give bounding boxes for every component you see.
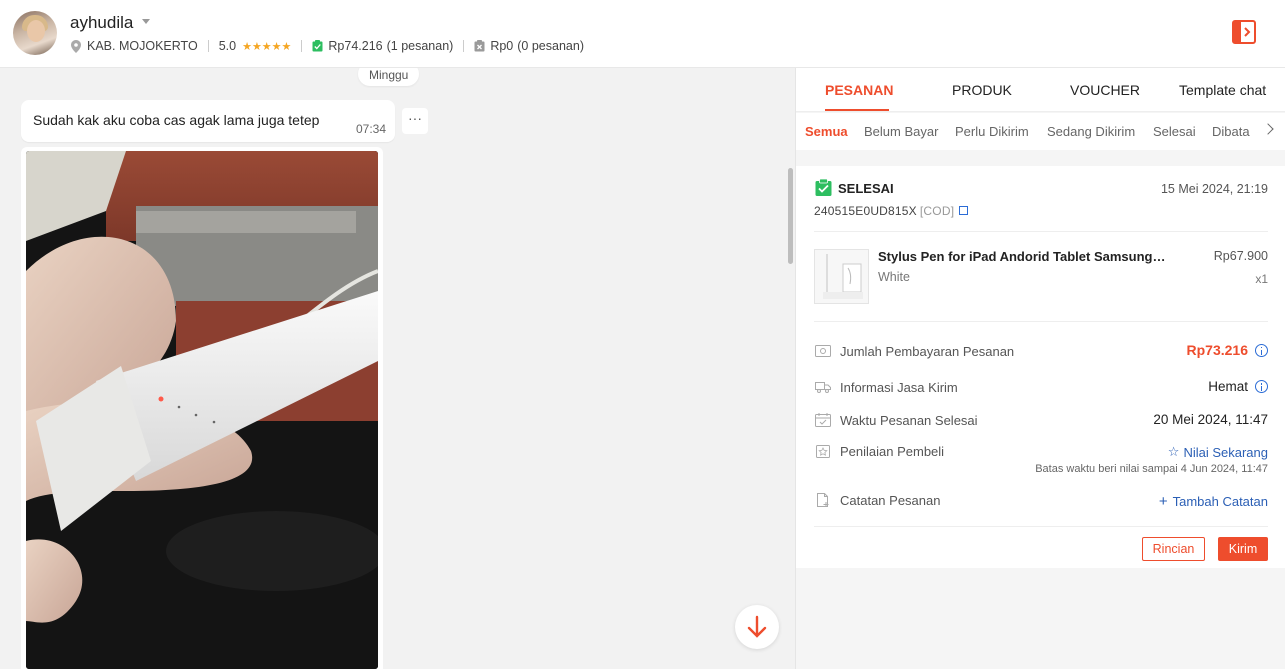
active-tab-indicator [825,109,889,111]
star-icon: ★★★★★ [242,40,292,53]
buyer-location: KAB. MOJOKERTO [87,39,198,53]
plus-icon: + [1158,493,1168,510]
subtab-belum-bayar[interactable]: Belum Bayar [864,124,938,139]
day-separator: Minggu [358,68,420,86]
shipping-method: Hemat [1208,379,1248,394]
buyer-meta: KAB. MOJOKERTO 5.0 ★★★★★ Rp74.216 (1 pes… [71,38,584,54]
payment-total-amount: Rp73.216 [1186,342,1248,358]
product-thumbnail[interactable] [814,249,869,304]
image-message[interactable] [21,147,383,669]
subtab-perlu-dikirim[interactable]: Perlu Dikirim [955,124,1029,139]
order-cancel-icon [474,40,485,52]
tab-template-chat[interactable]: Template chat [1179,82,1266,98]
message-text: Sudah kak aku coba cas agak lama juga te… [33,112,320,128]
chat-photo[interactable] [26,151,378,669]
rate-now-link[interactable]: ☆ Nilai Sekarang [1168,444,1268,460]
divider [814,526,1268,527]
username[interactable]: ayhudila [70,13,133,33]
order-card: SELESAI 15 Mei 2024, 21:19 240515E0UD815… [796,166,1285,568]
tab-voucher[interactable]: VOUCHER [1070,82,1140,98]
payment-total-value: Rp73.216 [1187,342,1268,358]
cancelled-count: (0 pesanan) [517,39,584,53]
payment-total-label: Jumlah Pembayaran Pesanan [840,344,1015,359]
subtab-selesai[interactable]: Selesai [1153,124,1196,139]
info-icon[interactable] [1255,380,1268,393]
message-bubble[interactable]: Sudah kak aku coba cas agak lama juga te… [21,100,395,142]
order-filter-tabs: Semua Belum Bayar Perlu Dikirim Sedang D… [796,113,1285,150]
arrow-down-icon[interactable] [735,605,779,649]
chat-area: Minggu Sudah kak aku coba cas agak lama … [0,68,795,669]
divider [814,321,1268,322]
add-note-link[interactable]: + Tambah Catatan [1159,493,1268,510]
product-name[interactable]: Stylus Pen for iPad Andorid Tablet Samsu… [878,249,1178,264]
order-id-line: 240515E0UD815X [COD] [814,204,969,218]
shipping-info-label: Informasi Jasa Kirim [840,380,958,395]
chat-header: ayhudila KAB. MOJOKERTO 5.0 ★★★★★ Rp74.2… [0,0,1285,68]
order-note-label: Catatan Pesanan [840,493,941,508]
send-button[interactable]: Kirim [1218,537,1268,561]
product-variant: White [878,270,910,284]
tab-produk[interactable]: PRODUK [952,82,1012,98]
note-icon [815,493,831,507]
info-icon[interactable] [1255,343,1268,357]
buyer-rating: 5.0 [218,39,237,53]
completed-amount: Rp74.216 [328,39,383,53]
completed-count: (1 pesanan) [386,39,454,53]
rating-icon [815,444,831,458]
copy-icon[interactable] [959,206,969,215]
product-qty: x1 [1255,272,1268,286]
completion-time-value: 20 Mei 2024, 11:47 [1153,412,1268,427]
divider [814,231,1268,232]
chevron-down-icon[interactable] [142,19,150,24]
product-price: Rp67.900 [1213,249,1268,263]
completion-time-label: Waktu Pesanan Selesai [840,413,978,428]
message-time: 07:34 [355,122,386,136]
order-status: SELESAI [838,181,894,196]
avatar[interactable] [13,11,57,55]
payment-icon [815,344,831,358]
chat-scrollbar[interactable] [788,168,793,264]
subtab-semua[interactable]: Semua [805,124,848,139]
cancelled-amount: Rp0 [490,39,514,53]
details-button[interactable]: Rincian [1142,537,1205,561]
tab-pesanan[interactable]: PESANAN [825,82,893,98]
star-icon: ☆ [1167,444,1180,459]
order-id: 240515E0UD815X [814,204,917,218]
subtab-sedang-dikirim[interactable]: Sedang Dikirim [1047,124,1135,139]
more-icon[interactable]: ··· [402,108,428,134]
payment-tag: [COD] [919,204,955,218]
panel-tabs: PESANAN PRODUK VOUCHER Template chat [796,68,1285,112]
shipping-info-value: Hemat [1208,379,1268,394]
review-deadline-note: Batas waktu beri nilai sampai 4 Jun 2024… [1035,463,1268,475]
exit-panel-icon[interactable] [1232,20,1256,44]
add-note-text[interactable]: Tambah Catatan [1173,494,1268,509]
order-check-icon [312,40,323,52]
clipboard-check-icon [815,178,832,196]
subtab-dibatalkan[interactable]: Dibata [1212,124,1250,139]
location-pin-icon [71,39,81,53]
order-date: 15 Mei 2024, 21:19 [1160,182,1268,196]
rate-now-text[interactable]: Nilai Sekarang [1183,445,1268,460]
buyer-review-label: Penilaian Pembeli [840,444,945,459]
truck-icon [815,380,831,394]
calendar-icon [815,413,831,427]
order-panel: PESANAN PRODUK VOUCHER Template chat Sem… [795,68,1285,669]
